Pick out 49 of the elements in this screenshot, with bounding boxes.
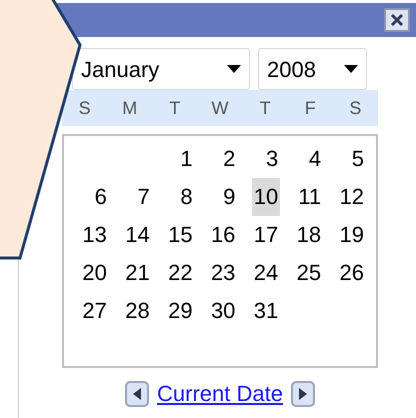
day-cell[interactable]: 13 <box>80 216 109 254</box>
day-cell[interactable]: 29 <box>166 292 195 330</box>
day-cell[interactable]: 6 <box>92 178 109 216</box>
day-cell[interactable]: 30 <box>208 292 238 330</box>
weekday-label: W <box>210 96 230 120</box>
day-cell[interactable]: 1 <box>178 140 195 178</box>
weekday-label: S <box>348 96 362 120</box>
day-cell[interactable]: 16 <box>208 216 238 254</box>
close-button[interactable] <box>384 8 410 32</box>
month-dropdown[interactable]: January <box>72 48 250 90</box>
day-cell[interactable]: 25 <box>294 254 324 292</box>
day-cell[interactable]: 31 <box>252 292 280 330</box>
day-cell[interactable]: 17 <box>252 216 280 254</box>
weekday-label: M <box>121 96 138 120</box>
day-cell[interactable]: 19 <box>338 216 366 254</box>
day-cell[interactable]: 24 <box>252 254 280 292</box>
weekday-label: S <box>78 96 92 120</box>
day-cell[interactable]: 5 <box>350 140 366 178</box>
weekday-label: T <box>258 96 272 120</box>
dropdown-caret-icon <box>344 65 358 73</box>
right-triangle-icon <box>298 388 308 400</box>
day-cell[interactable]: 21 <box>123 254 152 292</box>
day-cell[interactable]: 18 <box>294 216 324 254</box>
day-cell[interactable]: 4 <box>306 140 324 178</box>
day-cell[interactable]: 27 <box>80 292 109 330</box>
day-cell[interactable]: 26 <box>338 254 366 292</box>
weekday-label: F <box>304 96 317 120</box>
day-cell[interactable]: 15 <box>166 216 195 254</box>
previous-button[interactable] <box>125 380 150 406</box>
day-cell[interactable]: 28 <box>123 292 152 330</box>
day-cell[interactable]: 11 <box>296 178 324 216</box>
day-cell[interactable]: 8 <box>178 178 195 216</box>
day-cell[interactable]: 10 <box>252 178 280 216</box>
day-cell[interactable]: 20 <box>80 254 109 292</box>
day-cell[interactable]: 14 <box>123 216 152 254</box>
day-cell[interactable]: 7 <box>135 178 152 216</box>
year-dropdown[interactable]: 2008 <box>258 48 367 90</box>
day-cell[interactable]: 12 <box>338 178 366 216</box>
dropdown-caret-icon <box>227 65 241 73</box>
weekday-label: T <box>168 96 182 120</box>
left-triangle-icon <box>132 388 142 400</box>
day-cell[interactable]: 3 <box>264 140 280 178</box>
day-cell[interactable]: 23 <box>208 254 238 292</box>
day-cell[interactable]: 9 <box>221 178 238 216</box>
day-cell[interactable]: 22 <box>166 254 195 292</box>
day-cell[interactable]: 2 <box>221 140 238 178</box>
close-icon <box>390 13 404 27</box>
current-date-link[interactable]: Current Date <box>157 377 283 410</box>
next-button[interactable] <box>290 380 315 406</box>
